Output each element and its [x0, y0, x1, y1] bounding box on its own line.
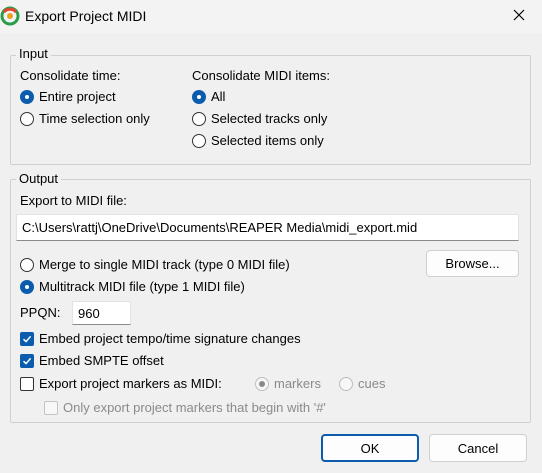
checkbox-label: Embed SMPTE offset: [39, 353, 164, 368]
midi-file-path-input[interactable]: C:\Users\rattj\OneDrive\Documents\REAPER…: [16, 214, 519, 241]
radio-markers[interactable]: markers: [255, 376, 321, 391]
ppqn-input[interactable]: 960: [72, 301, 131, 325]
radio-time-selection-only[interactable]: Time selection only: [20, 111, 150, 126]
radio-indicator: [192, 111, 206, 126]
checkbox-embed-tempo[interactable]: Embed project tempo/time signature chang…: [20, 331, 301, 346]
radio-label: Multitrack MIDI file (type 1 MIDI file): [39, 279, 245, 294]
export-file-label: Export to MIDI file:: [20, 193, 127, 208]
radio-selected-tracks-only[interactable]: Selected tracks only: [192, 111, 327, 126]
radio-label: Selected items only: [211, 133, 324, 148]
window-title: Export Project MIDI: [25, 8, 147, 24]
radio-indicator: [192, 89, 206, 104]
radio-label: Merge to single MIDI track (type 0 MIDI …: [39, 257, 290, 272]
checkbox-only-hash-markers[interactable]: Only export project markers that begin w…: [44, 400, 326, 415]
checkbox-indicator: [20, 331, 34, 346]
ppqn-label: PPQN:: [20, 305, 61, 320]
close-icon: [513, 9, 525, 24]
radio-label: markers: [274, 376, 321, 391]
checkbox-label: Embed project tempo/time signature chang…: [39, 331, 301, 346]
radio-indicator: [192, 133, 206, 148]
radio-entire-project[interactable]: Entire project: [20, 89, 116, 104]
cancel-button[interactable]: Cancel: [429, 434, 527, 462]
checkmark-icon: [22, 357, 32, 365]
output-legend: Output: [16, 171, 62, 186]
radio-indicator: [20, 279, 34, 294]
browse-button[interactable]: Browse...: [426, 250, 519, 277]
checkbox-label: Only export project markers that begin w…: [63, 400, 326, 415]
radio-all-items[interactable]: All: [192, 89, 225, 104]
checkbox-embed-smpte[interactable]: Embed SMPTE offset: [20, 353, 164, 368]
radio-selected-items-only[interactable]: Selected items only: [192, 133, 324, 148]
radio-label: Selected tracks only: [211, 111, 328, 126]
radio-merge-single-track[interactable]: Merge to single MIDI track (type 0 MIDI …: [20, 257, 290, 272]
checkbox-indicator: [20, 376, 34, 391]
radio-indicator: [339, 376, 353, 391]
input-legend: Input: [16, 46, 51, 61]
radio-label: Time selection only: [39, 111, 150, 126]
consolidate-items-label: Consolidate MIDI items:: [192, 68, 330, 83]
radio-multitrack-midi[interactable]: Multitrack MIDI file (type 1 MIDI file): [20, 279, 245, 294]
title-bar: Export Project MIDI: [0, 0, 542, 33]
checkbox-label: Export project markers as MIDI:: [39, 376, 222, 391]
checkmark-icon: [22, 335, 32, 343]
checkbox-indicator: [44, 400, 58, 415]
radio-indicator: [20, 89, 34, 104]
close-button[interactable]: [496, 0, 542, 33]
radio-label: All: [211, 89, 226, 104]
checkbox-indicator: [20, 353, 34, 368]
checkbox-export-markers[interactable]: Export project markers as MIDI:: [20, 376, 222, 391]
radio-label: cues: [358, 376, 386, 391]
ok-button[interactable]: OK: [321, 434, 419, 462]
reaper-app-icon: [0, 6, 20, 26]
radio-label: Entire project: [39, 89, 116, 104]
radio-cues[interactable]: cues: [339, 376, 385, 391]
consolidate-time-label: Consolidate time:: [20, 68, 121, 83]
radio-indicator: [20, 111, 34, 126]
radio-indicator: [255, 376, 269, 391]
radio-indicator: [20, 257, 34, 272]
